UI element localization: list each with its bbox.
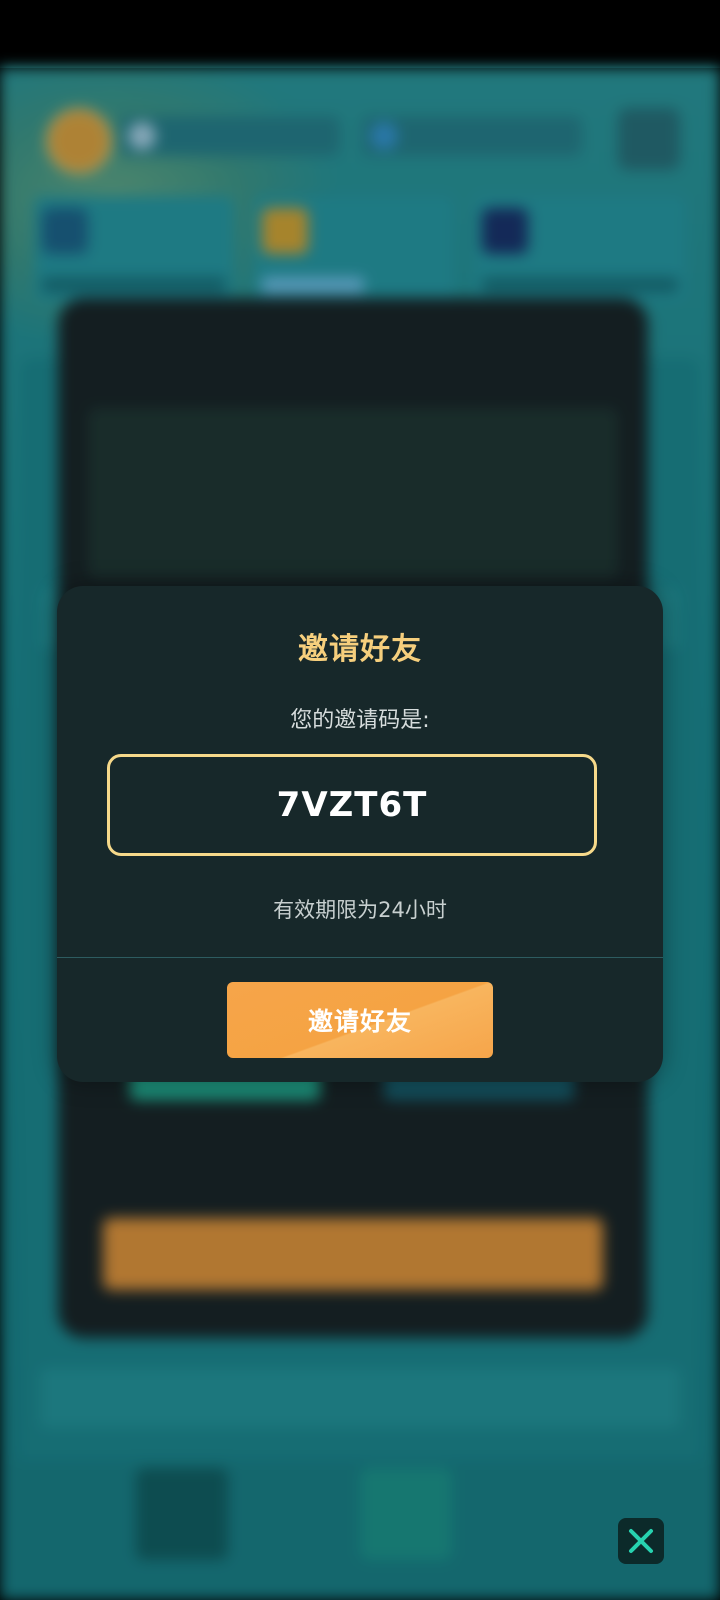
- invite-code: 7VZT6T: [276, 785, 428, 825]
- invite-friends-button[interactable]: 邀请好友: [227, 982, 493, 1058]
- close-icon: [629, 1529, 653, 1553]
- dialog-title: 邀请好友: [298, 632, 422, 667]
- invite-friends-button-label: 邀请好友: [307, 1007, 412, 1036]
- close-button[interactable]: [618, 1518, 664, 1564]
- divider: [57, 957, 663, 958]
- expiry-note: 有效期限为24小时: [273, 898, 447, 922]
- invite-code-box[interactable]: 7VZT6T: [107, 754, 597, 856]
- invite-code-label: 您的邀请码是:: [290, 708, 430, 733]
- status-bar: [0, 0, 720, 68]
- invite-dialog: 邀请好友 您的邀请码是: 7VZT6T 有效期限为24小时 邀请好友: [57, 586, 663, 1082]
